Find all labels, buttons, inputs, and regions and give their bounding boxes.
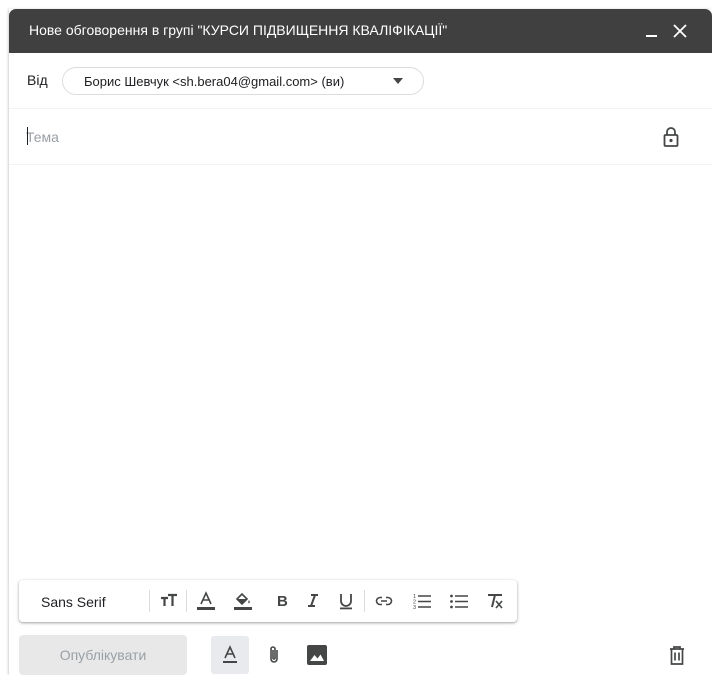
- close-icon[interactable]: [670, 21, 690, 41]
- numbered-list-icon[interactable]: 1 2 3: [412, 591, 432, 611]
- clear-formatting-icon[interactable]: [485, 591, 505, 611]
- from-selector[interactable]: Борис Шевчук <sh.bera04@gmail.com> (ви): [62, 67, 424, 95]
- link-icon[interactable]: [374, 591, 394, 611]
- attach-icon[interactable]: [262, 643, 286, 667]
- toolbar-divider: [149, 590, 150, 612]
- highlight-color-icon[interactable]: [233, 591, 253, 611]
- bulleted-list-icon[interactable]: [449, 591, 469, 611]
- formatting-options-button[interactable]: [211, 636, 249, 674]
- compose-window: Нове обговорення в групі "КУРСИ ПІДВИЩЕН…: [9, 9, 712, 675]
- dropdown-arrow-icon: [393, 78, 403, 84]
- svg-text:B: B: [277, 593, 288, 610]
- formatting-toolbar: Sans Serif B 1 2 3: [19, 580, 517, 622]
- minimize-icon[interactable]: [642, 21, 662, 41]
- font-family-select[interactable]: Sans Serif: [41, 594, 106, 610]
- from-value: Борис Шевчук <sh.bera04@gmail.com> (ви): [84, 74, 345, 89]
- toolbar-divider: [364, 590, 365, 612]
- insert-photo-icon[interactable]: [305, 643, 329, 667]
- subject-input[interactable]: [26, 127, 626, 147]
- message-body[interactable]: [9, 165, 712, 575]
- underline-icon[interactable]: [336, 591, 356, 611]
- svg-text:3: 3: [413, 605, 416, 611]
- from-label: Від: [27, 72, 48, 88]
- text-cursor: [27, 127, 28, 145]
- delete-icon[interactable]: [665, 643, 689, 667]
- compose-title: Нове обговорення в групі "КУРСИ ПІДВИЩЕН…: [29, 22, 448, 38]
- from-row: Від Борис Шевчук <sh.bera04@gmail.com> (…: [9, 53, 712, 109]
- bold-icon[interactable]: B: [272, 591, 292, 611]
- publish-button[interactable]: Опублікувати: [19, 635, 187, 675]
- text-size-icon[interactable]: [159, 591, 179, 611]
- italic-icon[interactable]: [303, 591, 323, 611]
- formatting-options-icon: [223, 645, 237, 663]
- subject-row: [9, 109, 712, 165]
- toolbar-divider: [186, 590, 187, 612]
- text-color-icon[interactable]: [196, 591, 216, 611]
- compose-titlebar[interactable]: Нове обговорення в групі "КУРСИ ПІДВИЩЕН…: [9, 9, 712, 53]
- lock-icon[interactable]: [661, 126, 681, 148]
